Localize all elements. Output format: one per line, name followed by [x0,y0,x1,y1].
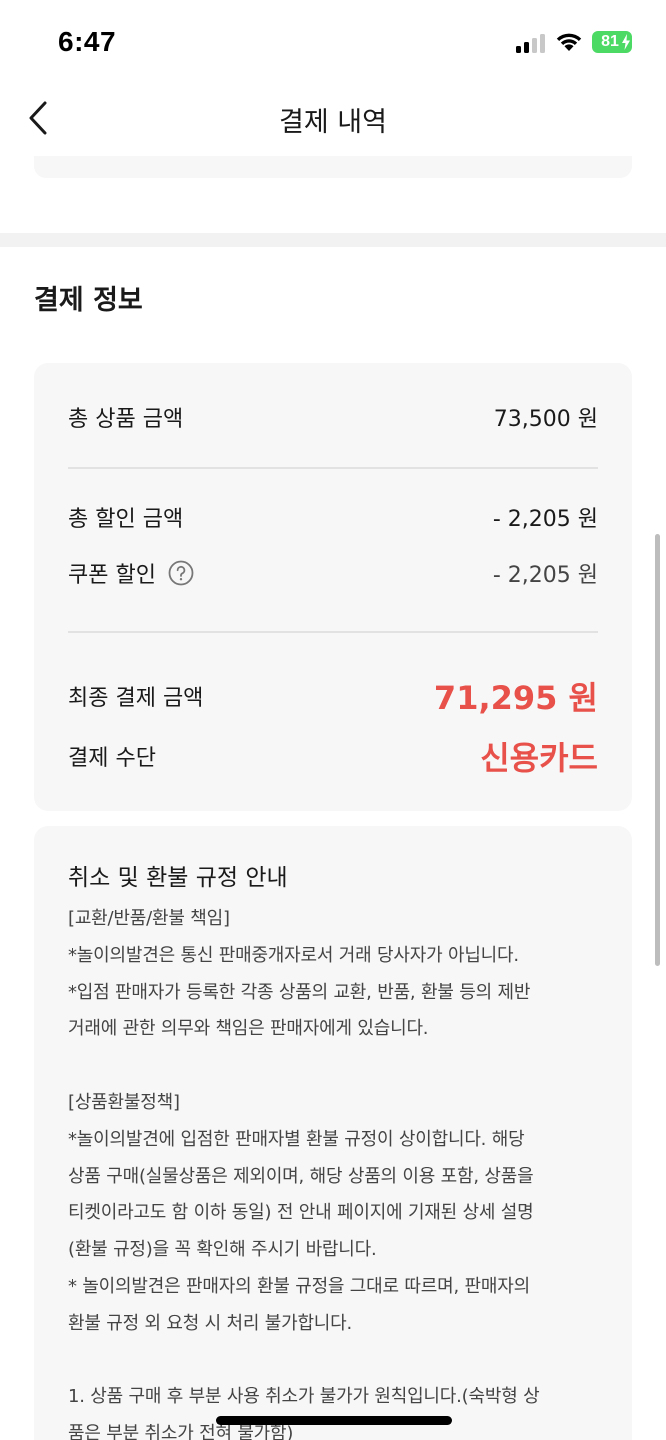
navigation-header: 결제 내역 [0,84,666,150]
battery-level: 81 [601,33,619,50]
policy-line: (환불 규정)을 꼭 확인해 주시기 바랍니다. [68,1239,377,1261]
policy-line: *입점 판매자가 등록한 각종 상품의 교환, 반품, 환불 등의 제반 [68,981,531,1003]
coupon-discount-label: 쿠폰 할인 [68,563,156,588]
scrollbar-thumb[interactable] [655,534,660,966]
policy-line: 티켓이라고도 함 이하 동일) 전 안내 페이지에 기재된 상세 설명 [68,1202,534,1224]
wifi-icon [556,33,582,51]
refund-policy-card: 취소 및 환불 규정 안내 [교환/반품/환불 책임] *놀이의발견은 통신 판… [34,826,632,1440]
charging-bolt-icon [622,34,630,50]
home-indicator[interactable] [216,1416,452,1425]
cellular-signal-icon [516,33,546,53]
policy-line: [상품환불정책] [68,1091,180,1113]
payment-summary-card: 총 상품 금액 73,500 원 총 할인 금액 - 2,205 원 쿠폰 할인… [34,363,632,811]
policy-spacer [68,1048,608,1085]
policy-spacer [68,1343,608,1380]
total-product-label: 총 상품 금액 [68,407,184,432]
payment-method-row: 결제 수단 신용카드 [68,733,598,779]
policy-line: 1. 상품 구매 후 부분 사용 취소가 불가가 원칙입니다.(숙박형 상 [68,1386,540,1408]
total-product-value: 73,500 원 [493,407,598,432]
status-bar: 6:47 81 [0,0,666,84]
divider [68,467,598,469]
section-divider [0,233,666,247]
help-icon[interactable] [168,560,194,586]
previous-card-bottom [34,156,632,178]
payment-method-label: 결제 수단 [68,746,156,771]
policy-line: 환불 규정 외 요청 시 처리 불가합니다. [68,1312,353,1334]
coupon-discount-label-wrap: 쿠폰 할인 [68,557,194,589]
page-title: 결제 내역 [279,107,387,138]
policy-line: [교환/반품/환불 책임] [68,908,230,929]
payment-info-title: 결제 정보 [34,285,143,316]
battery-indicator: 81 [592,31,632,53]
total-discount-value: - 2,205 원 [492,507,598,532]
refund-policy-body: [교환/반품/환불 책임] *놀이의발견은 통신 판매중개자로서 거래 당사자가… [68,901,608,1440]
policy-line: 거래에 관한 의무와 책임은 판매자에게 있습니다. [68,1018,429,1040]
total-discount-row: 총 할인 금액 - 2,205 원 [68,501,598,533]
policy-line: *놀이의발견은 통신 판매중개자로서 거래 당사자가 아닙니다. [68,944,519,966]
refund-policy-title: 취소 및 환불 규정 안내 [68,865,288,891]
final-amount-row: 최종 결제 금액 71,295 원 [68,673,598,719]
final-amount-value: 71,295 원 [433,679,598,717]
total-discount-label: 총 할인 금액 [68,507,184,532]
payment-method-value: 신용카드 [480,739,598,777]
policy-line: * 놀이의발견은 판매자의 환불 규정을 그대로 따르며, 판매자의 [68,1275,530,1297]
coupon-discount-row: 쿠폰 할인 - 2,205 원 [68,557,598,589]
final-amount-label: 최종 결제 금액 [68,686,204,711]
policy-line: *놀이의발견에 입점한 판매자별 환불 규정이 상이합니다. 해당 [68,1128,525,1150]
coupon-discount-value: - 2,205 원 [492,563,598,588]
total-product-row: 총 상품 금액 73,500 원 [68,401,598,433]
status-time: 6:47 [58,26,117,57]
policy-line: 상품 구매(실물상품은 제외이며, 해당 상품의 이용 포함, 상품을 [68,1165,534,1187]
divider [68,631,598,633]
